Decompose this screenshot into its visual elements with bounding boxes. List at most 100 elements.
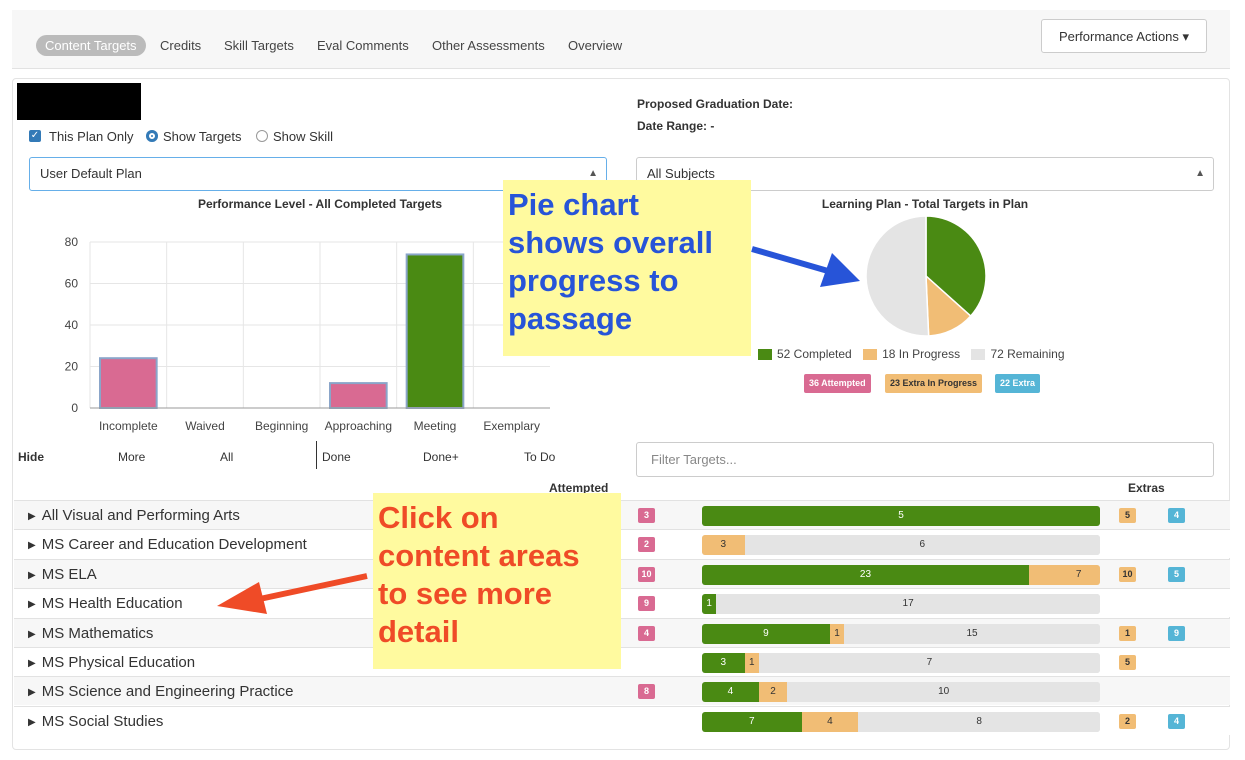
filter-targets-input[interactable]: Filter Targets... — [636, 442, 1214, 477]
extra-in-progress-total-badge: 23 Extra In Progress — [885, 374, 983, 393]
content-area-row[interactable]: ▶ MS ELA 10 10 5 2379 — [14, 558, 1230, 588]
content-area-name[interactable]: ▶ MS Social Studies — [28, 713, 163, 730]
legend-in-progress: 18 In Progress — [882, 347, 961, 361]
content-area-row[interactable]: ▶ MS Social Studies 2 4 7 4 8 — [14, 705, 1230, 735]
filter-todo[interactable]: To Do — [524, 450, 555, 464]
filter-done-plus[interactable]: Done+ — [423, 450, 459, 464]
expand-triangle-icon[interactable]: ▶ — [28, 540, 36, 551]
tab-credits[interactable]: Credits — [160, 38, 201, 53]
this-plan-only-checkbox[interactable]: ✓ — [29, 130, 41, 142]
x-tick-label: Incomplete — [99, 419, 158, 433]
bar-incomplete — [99, 357, 158, 409]
completed-segment: 23 — [702, 564, 1029, 585]
in-progress-segment: 1 — [744, 653, 759, 673]
plan-select-value: User Default Plan — [40, 166, 142, 181]
x-tick-label: Approaching — [325, 419, 392, 433]
tab-other-assessments[interactable]: Other Assessments — [432, 38, 545, 53]
bar-meeting — [405, 253, 465, 410]
hide-label: Hide — [18, 450, 45, 464]
expand-triangle-icon[interactable]: ▶ — [28, 511, 36, 522]
x-tick-label: Beginning — [255, 419, 308, 433]
tab-skill-targets[interactable]: Skill Targets — [224, 38, 294, 53]
tab-overview[interactable]: Overview — [568, 38, 622, 53]
content-area-label: MS Science and Engineering Practice — [41, 683, 294, 701]
remaining-segment: 6 — [744, 535, 1100, 556]
progress-bar: 317 — [702, 653, 1100, 673]
callout-line: Click on — [378, 500, 499, 535]
progress-bar: 2379 — [702, 564, 1100, 585]
extra-in-progress-badge: 5 — [1119, 655, 1136, 670]
content-area-name[interactable]: ▶ MS Career and Education Development — [28, 536, 307, 553]
progress-bar: 1 17 — [702, 594, 1100, 615]
show-targets-radio[interactable] — [146, 130, 158, 142]
progress-bar: 748 — [702, 711, 1100, 732]
in-progress-segment: 4 — [801, 711, 859, 732]
extra-in-progress-badge: 10 — [1119, 566, 1136, 582]
attempted-total-badge: 36 Attempted — [804, 374, 871, 393]
x-tick-label: Meeting — [414, 419, 457, 433]
completed-segment: 7 — [702, 711, 802, 732]
filter-done[interactable]: Done — [322, 450, 351, 464]
content-area-name[interactable]: ▶ All Visual and Performing Arts — [28, 507, 240, 524]
content-area-label: MS Mathematics — [41, 624, 154, 642]
content-area-name[interactable]: ▶ MS Science and Engineering Practice — [28, 683, 294, 700]
attempted-badge: 4 — [638, 625, 655, 641]
extra-total-badge: 22 Extra — [995, 374, 1041, 393]
content-area-name[interactable]: ▶ MS Physical Education — [28, 654, 195, 671]
attempted-badge: 9 — [638, 596, 655, 612]
legend-remaining: 72 Remaining — [990, 347, 1065, 361]
tab-eval-comments[interactable]: Eval Comments — [317, 38, 409, 53]
callout-line: to see more — [378, 576, 553, 611]
completed-segment: 4 — [702, 682, 759, 703]
content-area-row[interactable]: ▶ MS Career and Education Development 2 3 6 — [14, 529, 1230, 559]
content-area-name[interactable]: ▶ MS Health Education — [28, 595, 183, 612]
completed-segment: 3 — [702, 653, 745, 673]
content-area-label: All Visual and Performing Arts — [41, 507, 240, 524]
callout-line: shows overall — [508, 225, 714, 260]
expand-triangle-icon[interactable]: ▶ — [28, 687, 36, 698]
extra-badge: 9 — [1168, 625, 1185, 641]
tab-content-targets[interactable]: Content Targets — [36, 35, 146, 56]
extra-in-progress-badge: 1 — [1119, 625, 1136, 641]
completed-segment: 1 — [702, 594, 717, 615]
progress-bar: 5 — [702, 506, 1100, 526]
expand-triangle-icon[interactable]: ▶ — [28, 629, 36, 640]
attempted-badge: 10 — [638, 566, 655, 582]
filter-divider — [316, 441, 317, 469]
content-area-label: MS ELA — [41, 565, 97, 583]
pie-slice-remaining — [865, 215, 930, 337]
performance-actions-button[interactable]: Performance Actions ▾ — [1041, 19, 1207, 53]
content-area-row[interactable]: ▶ MS Physical Education 5 3 1 7 — [14, 647, 1230, 676]
completed-segment: 5 — [702, 506, 1100, 526]
progress-bar: 4 2 10 — [702, 682, 1100, 703]
bar-chart-title: Performance Level - All Completed Target… — [197, 197, 443, 211]
extra-in-progress-badge: 2 — [1119, 713, 1136, 729]
proposed-graduation-label: Proposed Graduation Date: — [637, 97, 794, 111]
expand-triangle-icon[interactable]: ▶ — [28, 658, 36, 669]
callout-line: passage — [508, 301, 633, 336]
expand-triangle-icon[interactable]: ▶ — [28, 599, 36, 610]
expand-triangle-icon[interactable]: ▶ — [28, 570, 36, 581]
show-skill-radio[interactable] — [256, 130, 268, 142]
legend-completed: 52 Completed — [777, 347, 852, 361]
content-area-name[interactable]: ▶ MS Mathematics — [28, 625, 153, 642]
extras-column-header: Extras — [1128, 481, 1165, 495]
expand-triangle-icon[interactable]: ▶ — [28, 717, 36, 728]
date-range-label: Date Range: - — [637, 119, 715, 133]
extra-badge: 5 — [1168, 566, 1185, 582]
y-tick-label: 20 — [65, 360, 79, 374]
content-area-row[interactable]: ▶ MS Science and Engineering Practice 8 4 2 1… — [14, 676, 1230, 706]
content-area-row[interactable]: ▶ MS Mathematics 4 1 9 9 1 15 — [14, 617, 1230, 647]
callout-line: Pie chart — [508, 187, 639, 222]
filter-more[interactable]: More — [118, 450, 145, 464]
callout-line: progress to — [508, 263, 679, 298]
x-tick-label: Exemplary — [483, 419, 540, 433]
content-area-name[interactable]: ▶ MS ELA — [28, 566, 97, 583]
content-area-row[interactable]: ▶ All Visual and Performing Arts 3 5 4 5 — [14, 500, 1230, 529]
in-progress-segment: 1 — [829, 623, 845, 644]
filter-all[interactable]: All — [220, 450, 233, 464]
extra-badge: 4 — [1168, 713, 1185, 729]
content-area-row[interactable]: ▶ MS Health Education 9 1 17 — [14, 588, 1230, 618]
learning-plan-pie-chart — [865, 215, 987, 337]
pie-chart-title: Learning Plan - Total Targets in Plan — [821, 197, 1029, 211]
